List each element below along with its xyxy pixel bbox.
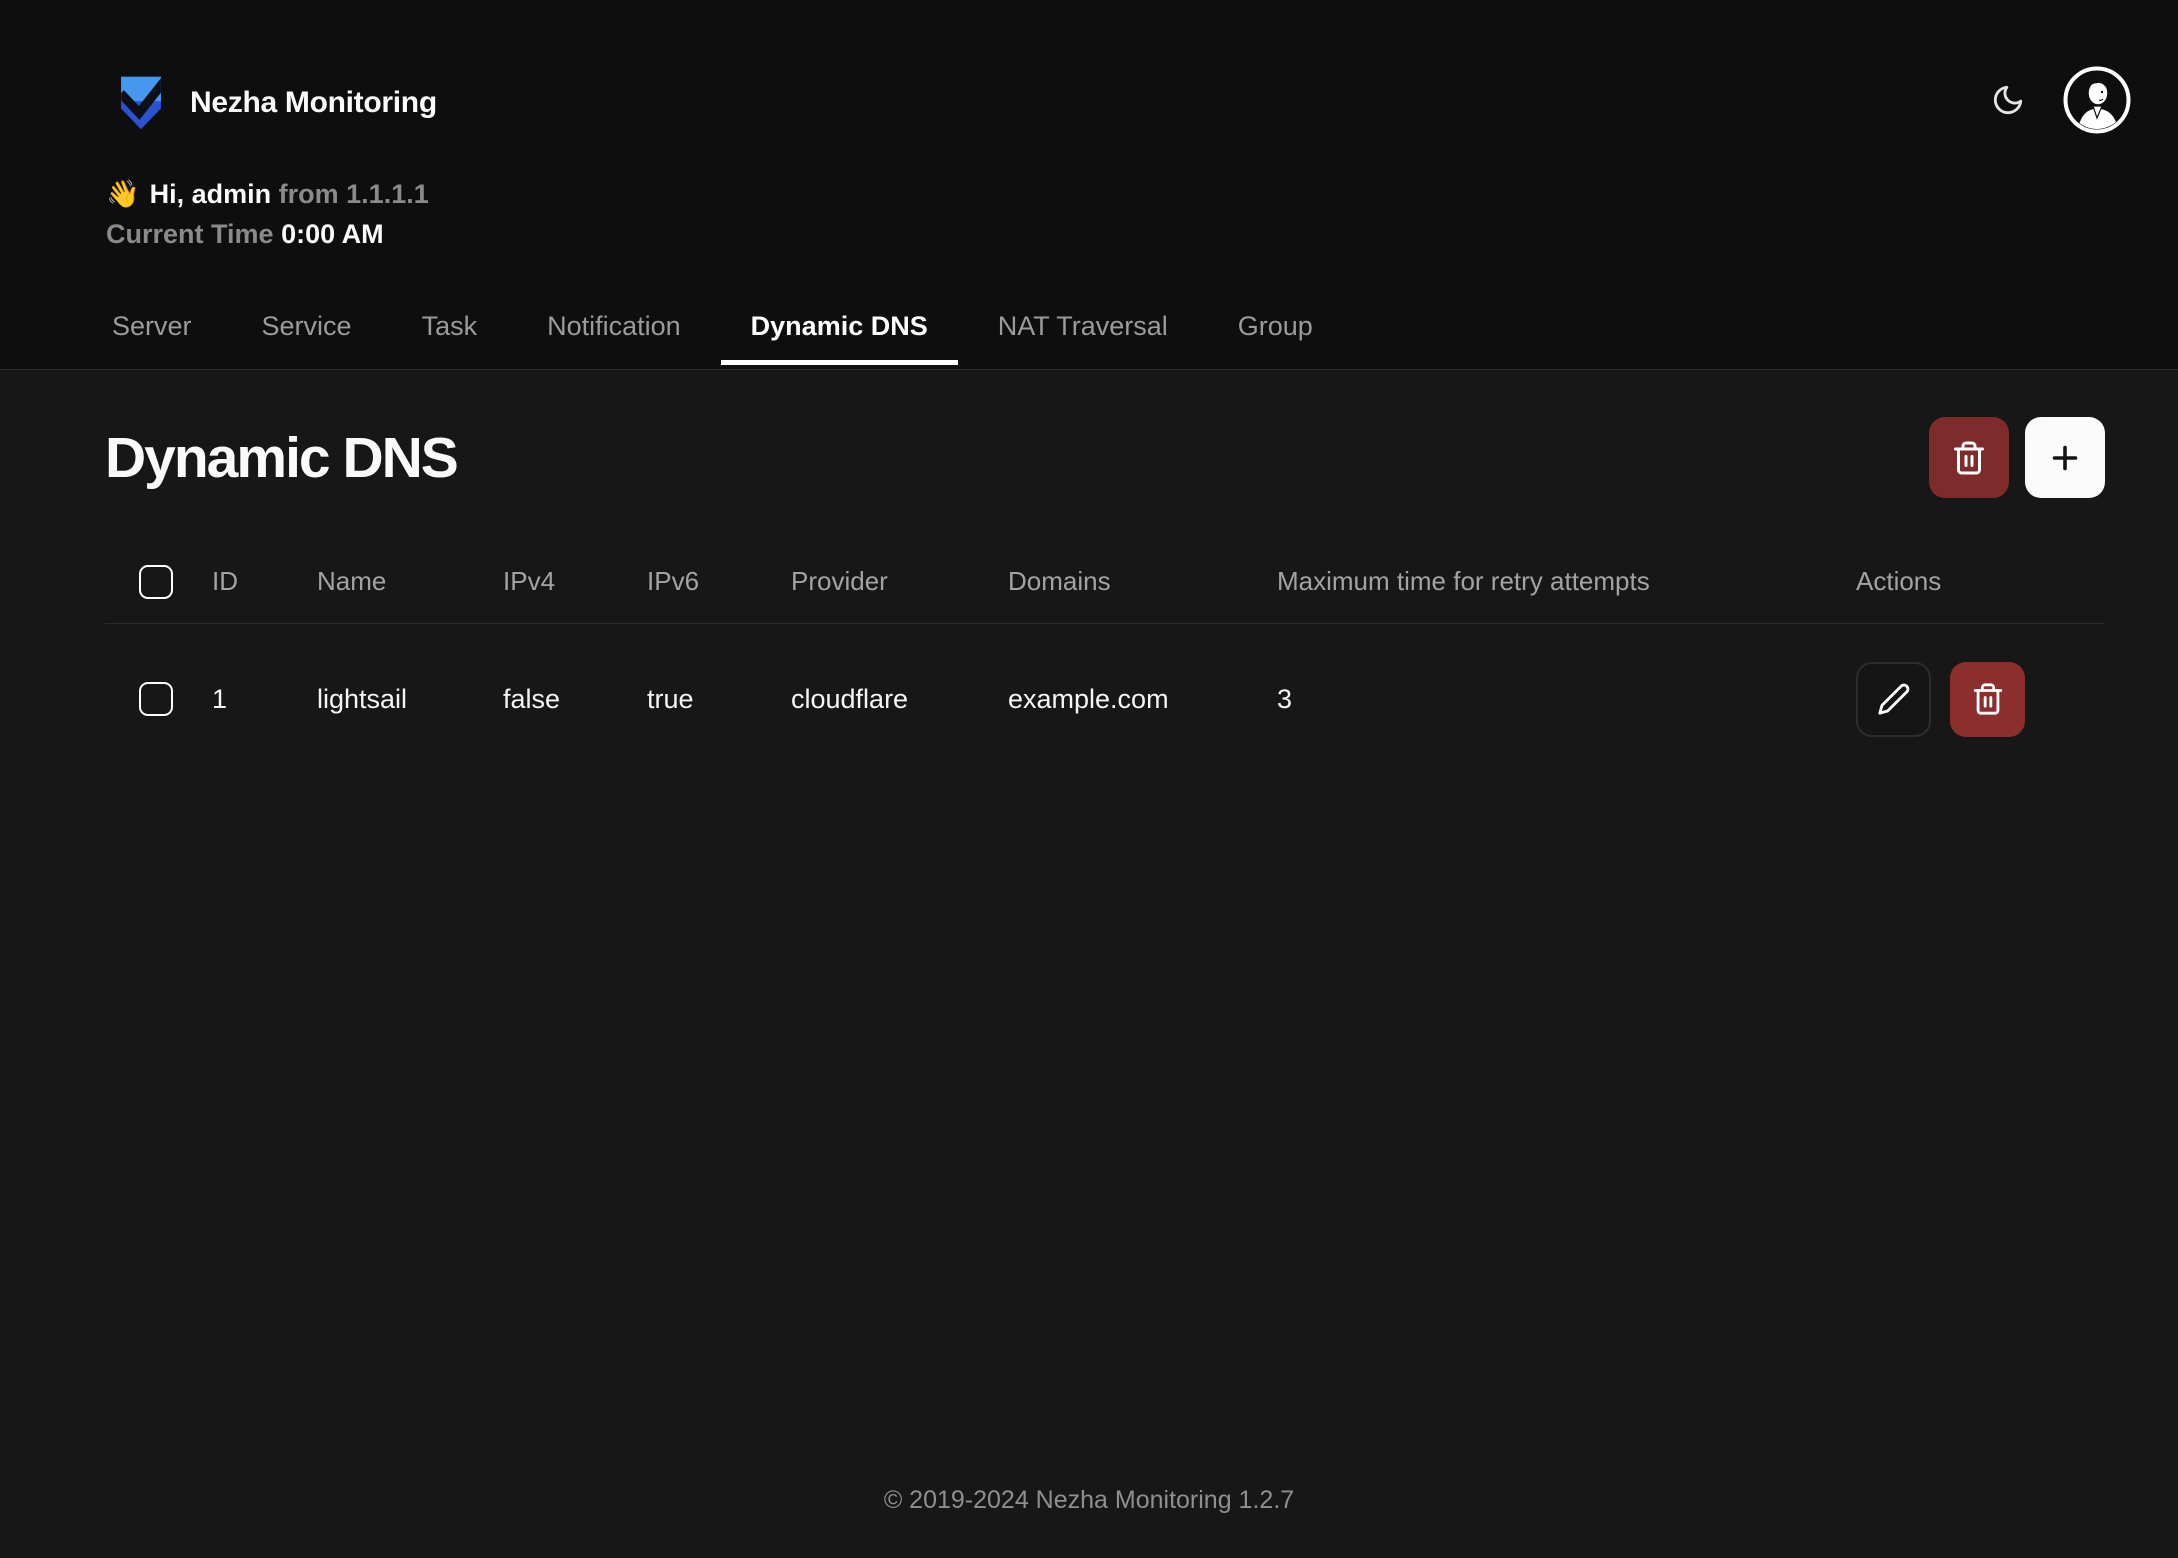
row-cell-name: lightsail [317,684,503,715]
tab-dynamic-dns[interactable]: Dynamic DNS [721,311,958,365]
row-cell-ipv4: false [503,684,647,715]
moon-icon [1991,83,2025,117]
row-cell-ipv6: true [647,684,791,715]
footer-copyright: © 2019-2024 Nezha Monitoring 1.2.7 [0,1486,2178,1515]
col-header-ipv6: IPv6 [647,566,791,597]
ddns-table: ID Name IPv4 IPv6 Provider Domains Maxim… [105,540,2105,774]
trash-icon [1951,440,1987,476]
nezha-dashboard: Nezha Monitoring [0,0,2178,1558]
row-cell-provider: cloudflare [791,684,1008,715]
greeting-line-1: 👋 Hi, admin from 1.1.1.1 [106,174,429,214]
greeting-line-2: Current Time 0:00 AM [106,214,429,254]
row-cell-domains: example.com [1008,684,1277,715]
pencil-icon [1877,682,1911,716]
current-time-value: 0:00 AM [281,219,384,249]
main-nav-tabs: Server Service Task Notification Dynamic… [82,311,1343,365]
nezha-logo-icon [112,72,170,134]
add-record-button[interactable] [2025,417,2105,498]
delete-selected-button[interactable] [1929,417,2009,498]
edit-record-button[interactable] [1856,662,1931,737]
tab-notification[interactable]: Notification [517,311,711,365]
tab-nat-traversal[interactable]: NAT Traversal [968,311,1198,365]
header-actions [1991,66,2131,134]
col-header-retry: Maximum time for retry attempts [1277,566,1856,597]
col-header-id: ID [212,566,317,597]
tab-task[interactable]: Task [392,311,508,365]
row-cell-retry: 3 [1277,684,1856,715]
table-header-row: ID Name IPv4 IPv6 Provider Domains Maxim… [105,540,2105,624]
main-content: Dynamic DNS [0,371,2178,774]
table-row: 1 lightsail false true cloudflare exampl… [105,624,2105,774]
page-actions [1929,417,2105,498]
trash-icon [1971,682,2005,716]
brand-title: Nezha Monitoring [190,86,437,120]
user-avatar[interactable] [2063,66,2131,134]
avatar-illustration-icon [2063,66,2131,134]
brand[interactable]: Nezha Monitoring [112,72,437,134]
delete-record-button[interactable] [1950,662,2025,737]
greeting-hello: Hi, admin [150,179,272,209]
tab-server[interactable]: Server [82,311,222,365]
tab-group[interactable]: Group [1208,311,1343,365]
tab-service[interactable]: Service [232,311,382,365]
current-time-label: Current Time [106,219,274,249]
wave-emoji: 👋 [106,179,140,209]
row-cell-id: 1 [212,684,317,715]
select-all-checkbox[interactable] [139,565,173,599]
row-actions [1856,662,2105,737]
plus-icon [2047,440,2083,476]
site-header: Nezha Monitoring [0,0,2178,370]
col-header-domains: Domains [1008,566,1277,597]
page-title: Dynamic DNS [105,425,457,491]
col-header-name: Name [317,566,503,597]
col-header-ipv4: IPv4 [503,566,647,597]
greeting: 👋 Hi, admin from 1.1.1.1 Current Time 0:0… [106,174,429,254]
greeting-from-ip: from 1.1.1.1 [279,179,429,209]
theme-toggle-button[interactable] [1991,83,2025,117]
page-head: Dynamic DNS [105,417,2105,498]
col-header-actions: Actions [1856,566,2105,597]
row-select-checkbox[interactable] [139,682,173,716]
col-header-provider: Provider [791,566,1008,597]
